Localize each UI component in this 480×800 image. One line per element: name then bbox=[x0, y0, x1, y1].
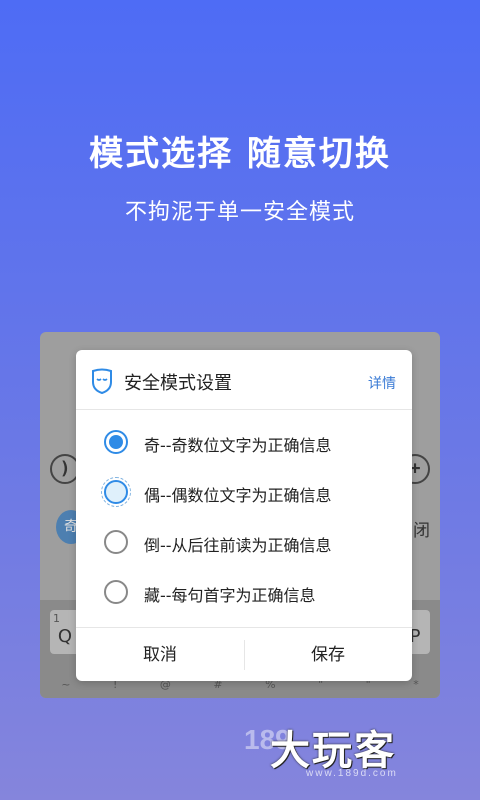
radio-hidden[interactable] bbox=[104, 580, 128, 604]
option-label: 倒--从后往前读为正确信息 bbox=[144, 536, 332, 555]
close-label: 闭 bbox=[413, 521, 430, 541]
option-label: 奇--奇数位文字为正确信息 bbox=[144, 436, 332, 455]
cancel-button[interactable]: 取消 bbox=[76, 628, 244, 682]
radio-odd[interactable] bbox=[104, 430, 128, 454]
dialog-footer: 取消 保存 bbox=[76, 627, 412, 681]
option-even[interactable]: 偶--偶数位文字为正确信息 bbox=[101, 474, 394, 510]
dialog-header: 安全模式设置 详情 bbox=[76, 350, 412, 410]
symbol-key: ~ bbox=[61, 678, 71, 691]
key-q-label: Q bbox=[57, 626, 73, 647]
radio-reverse[interactable] bbox=[104, 530, 128, 554]
security-mode-dialog: 安全模式设置 详情 奇--奇数位文字为正确信息 偶--偶数位文字为正确信息 倒-… bbox=[76, 350, 412, 681]
promo-headline: 模式选择 随意切换 bbox=[89, 134, 391, 174]
promo-subline: 不拘泥于单一安全模式 bbox=[124, 200, 355, 225]
radio-even[interactable] bbox=[101, 477, 131, 507]
option-label: 藏--每句首字为正确信息 bbox=[144, 586, 316, 605]
key-q-number: 1 bbox=[53, 612, 60, 625]
option-hidden[interactable]: 藏--每句首字为正确信息 bbox=[104, 574, 394, 610]
save-button[interactable]: 保存 bbox=[244, 628, 412, 682]
symbol-key: * bbox=[413, 678, 419, 691]
detail-link[interactable]: 详情 bbox=[368, 373, 396, 393]
dialog-title: 安全模式设置 bbox=[124, 373, 232, 394]
watermark: 189 大玩客 www.189d.com bbox=[244, 718, 466, 779]
option-odd[interactable]: 奇--奇数位文字为正确信息 bbox=[104, 424, 394, 460]
option-reverse[interactable]: 倒--从后往前读为正确信息 bbox=[104, 524, 394, 560]
option-label: 偶--偶数位文字为正确信息 bbox=[144, 486, 332, 505]
watermark-url: www.189d.com bbox=[306, 768, 398, 779]
shield-mask-icon bbox=[92, 368, 112, 394]
